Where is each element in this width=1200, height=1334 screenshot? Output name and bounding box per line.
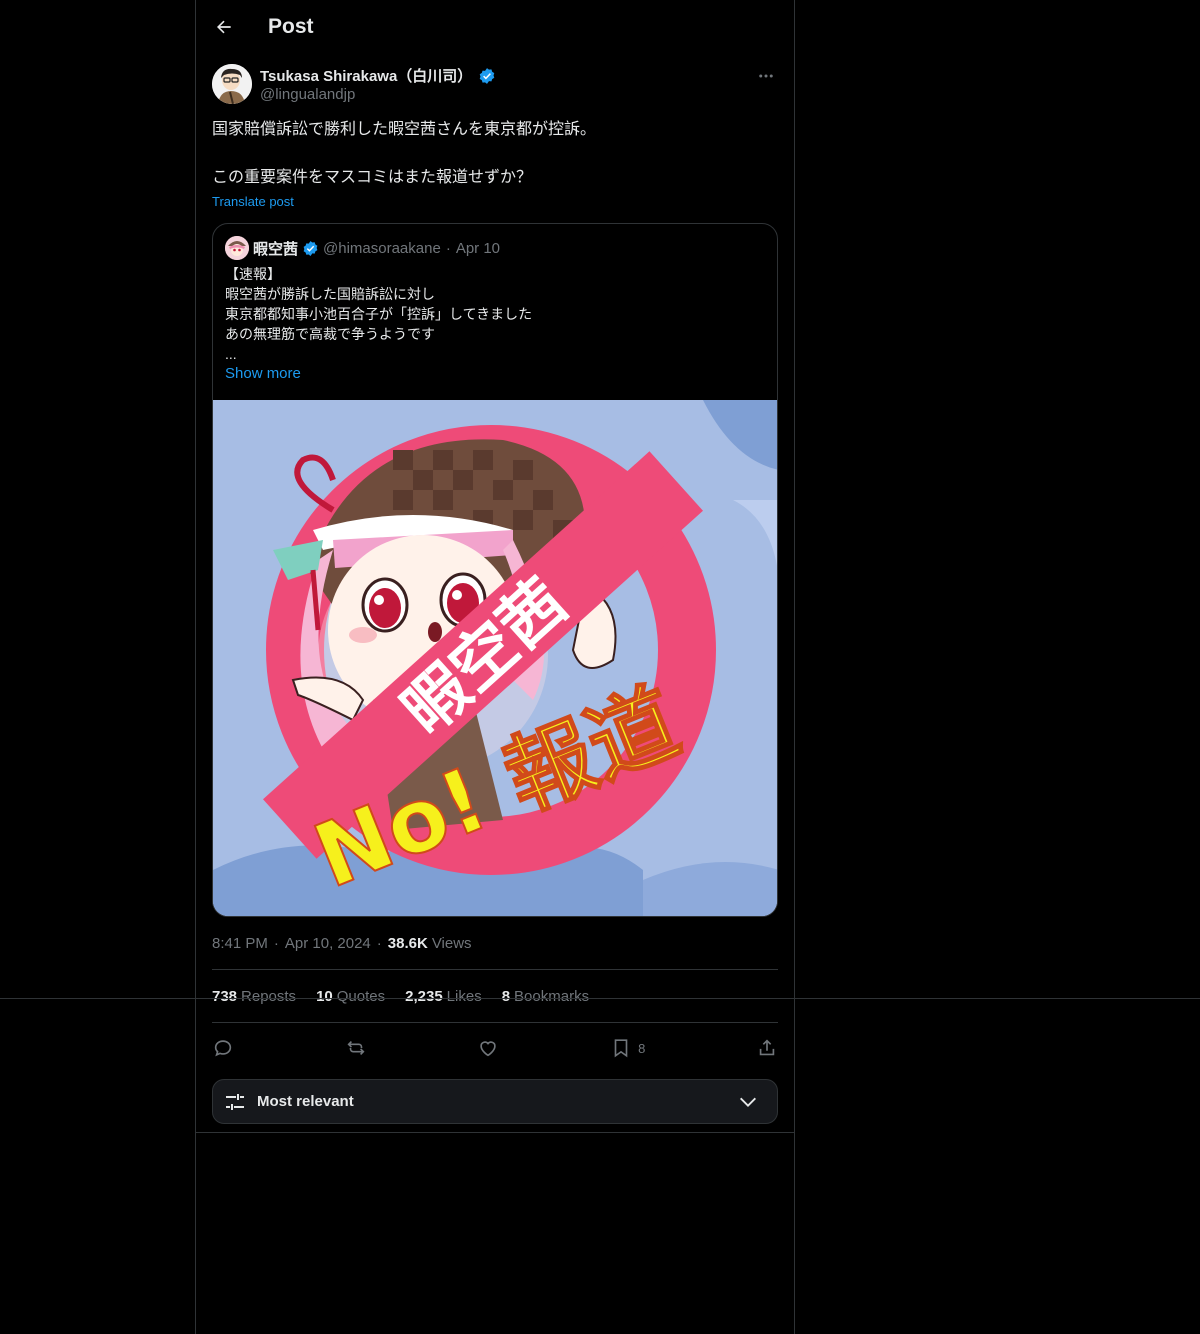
action-bar: 8 [212, 1035, 778, 1061]
bookmarks-label: Bookmarks [514, 988, 590, 1005]
post-text-line: この重要案件をマスコミはまた報道せずか？ [212, 169, 533, 186]
author-name-row: Tsukasa Shirakawa（白川司） [260, 65, 496, 86]
engagement-stats: 738 Reposts 10 Quotes 2,235 Likes 8 Book… [212, 988, 609, 1005]
bookmark-icon [614, 1039, 628, 1058]
author-handle[interactable]: @lingualandjp [260, 86, 355, 103]
quoted-post-date: Apr 10 [455, 239, 501, 257]
heart-icon [480, 1041, 497, 1057]
overlay-divider [0, 998, 1200, 999]
reply-sort-dropdown[interactable]: Most relevant [212, 1079, 778, 1124]
verified-badge-icon [480, 67, 495, 84]
quoted-text-line: 東京都都知事小池百合子が「控訴」してきました [225, 306, 533, 322]
repost-icon [347, 1040, 365, 1056]
quoted-avatar-image [225, 236, 249, 260]
post-meta: 8:41 PM · Apr 10, 2024 · 38.6K Views [212, 935, 472, 952]
author-avatar[interactable] [212, 64, 252, 104]
translate-post-link[interactable]: Translate post [212, 194, 294, 209]
sort-label: Most relevant [257, 1093, 354, 1110]
repost-button[interactable] [345, 1037, 367, 1059]
column-bottom-divider [195, 1132, 795, 1133]
quoted-author-avatar [225, 236, 249, 260]
share-icon [759, 1039, 775, 1056]
divider [212, 969, 778, 970]
separator-dot: · [376, 935, 382, 952]
reposts-count: 738 [212, 988, 238, 1005]
reposts-stat[interactable]: 738 Reposts [212, 988, 296, 1005]
quotes-label: Quotes [336, 988, 386, 1005]
main-column: Post Tsukasa Shirakawa（白川司） @lingualandj… [195, 0, 795, 1334]
quoted-text-line: 【速報】 [225, 266, 281, 282]
reposts-label: Reposts [241, 988, 297, 1005]
chevron-down-icon [740, 1097, 756, 1107]
views-count: 38.6K [387, 935, 428, 952]
separator-dot: · [445, 239, 451, 257]
back-button[interactable] [212, 15, 236, 39]
author-display-name[interactable]: Tsukasa Shirakawa（白川司） [260, 65, 472, 86]
post-text-line [212, 142, 778, 166]
quoted-post-header: 暇空茜 @himasoraakane · Apr 10 [225, 236, 500, 260]
quoted-text-line: 暇空茜が勝訴した国賠訴訟に対し [225, 286, 435, 302]
show-more-link[interactable]: Show more [225, 365, 301, 382]
post-text-line: 国家賠償訴訟で勝利した暇空茜さんを東京都が控訴。 [212, 121, 597, 138]
views-label: Views [431, 935, 472, 952]
bookmarks-stat[interactable]: 8 Bookmarks [502, 988, 589, 1005]
author-avatar-image [212, 64, 252, 104]
more-dots-icon [759, 74, 773, 78]
post-header: Post [212, 8, 314, 46]
share-button[interactable] [756, 1037, 778, 1059]
post-author: Tsukasa Shirakawa（白川司） @lingualandjp [212, 64, 778, 108]
verified-badge-icon [303, 240, 318, 256]
quotes-count: 10 [316, 988, 333, 1005]
likes-label: Likes [446, 988, 482, 1005]
back-arrow-icon [217, 20, 231, 34]
bookmarks-count: 8 [501, 988, 511, 1005]
reply-icon [214, 1040, 232, 1057]
quoted-post-image[interactable]: 暇空茜 No! 報道 [213, 400, 777, 916]
quoted-post-text: 【速報】 暇空茜が勝訴した国賠訴訟に対し 東京都都知事小池百合子が「控訴」してき… [225, 264, 765, 364]
sliders-icon [226, 1093, 244, 1110]
quotes-stat[interactable]: 10 Quotes [316, 988, 385, 1005]
page-title: Post [268, 15, 314, 38]
like-button[interactable] [477, 1037, 499, 1059]
quoted-author-handle: @himasoraakane [323, 239, 441, 257]
more-options-button[interactable] [754, 64, 778, 88]
quoted-post[interactable]: 暇空茜 @himasoraakane · Apr 10 【速報】 暇空茜が勝訴し… [212, 223, 778, 917]
reply-button[interactable] [212, 1037, 234, 1059]
quoted-text-line: ... [225, 346, 237, 362]
bookmark-button[interactable]: 8 [610, 1037, 645, 1059]
separator-dot: · [273, 935, 279, 952]
divider [212, 1022, 778, 1023]
likes-count: 2,235 [405, 988, 443, 1005]
post-text: 国家賠償訴訟で勝利した暇空茜さんを東京都が控訴。 この重要案件をマスコミはまた報… [212, 118, 778, 190]
quoted-author-name: 暇空茜 [253, 240, 299, 258]
bookmark-count: 8 [638, 1040, 646, 1056]
no-report-illustration: 暇空茜 No! 報道 [213, 400, 777, 916]
post-date[interactable]: Apr 10, 2024 [285, 935, 371, 952]
post-time[interactable]: 8:41 PM [212, 935, 268, 952]
quoted-text-line: あの無理筋で高裁で争うようです [225, 326, 435, 342]
likes-stat[interactable]: 2,235 Likes [405, 988, 482, 1005]
